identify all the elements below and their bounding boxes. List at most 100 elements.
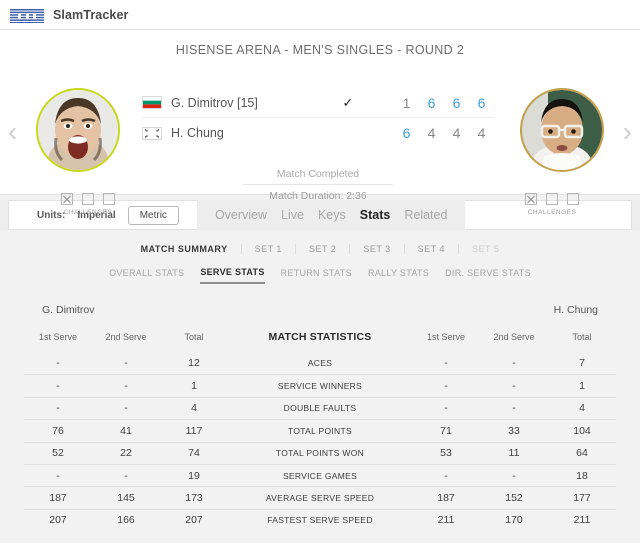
cell-right-total: 7 <box>579 357 585 370</box>
avatar-player-left[interactable] <box>36 88 120 172</box>
challenges-label: CHALLENGES <box>527 209 577 216</box>
table-row: 187 145 173 AVERAGE SERVE SPEED 187 152 … <box>24 486 616 508</box>
cell-right-total: 211 <box>573 514 591 527</box>
col-header-right-total: Total <box>572 332 592 342</box>
cell-left-2nd: - <box>124 380 128 393</box>
stats-table: G. Dimitrov H. Chung 1st Serve 2nd Serve… <box>0 298 640 531</box>
tab-stats[interactable]: Stats <box>360 208 391 222</box>
sub-tab-return-stats[interactable]: RETURN STATS <box>281 268 352 283</box>
cell-left-2nd: 145 <box>117 492 135 505</box>
col-header-left-total: Total <box>184 332 204 342</box>
table-row: 76 41 117 TOTAL POINTS 71 33 104 <box>24 419 616 441</box>
row-label: TOTAL POINTS WON <box>275 448 365 459</box>
prev-match-arrow-icon[interactable]: ‹ <box>8 118 17 146</box>
stats-sub-tab-row: OVERALL STATS SERVE STATS RETURN STATS R… <box>0 267 640 284</box>
table-column-header-row: 1st Serve 2nd Serve Total MATCH STATISTI… <box>24 322 616 352</box>
table-row: - - 1 SERVICE WINNERS - - 1 <box>24 374 616 396</box>
tab-related[interactable]: Related <box>404 208 447 222</box>
cell-right-1st: 211 <box>437 514 455 527</box>
set-score: 4 <box>452 125 461 141</box>
set-tab-set-3[interactable]: SET 3 <box>350 244 405 254</box>
match-status-text: Match Completed <box>243 168 393 185</box>
player-name-left: G. Dimitrov [15] <box>171 95 258 110</box>
challenge-box-used <box>525 193 537 205</box>
col-header-right-1st-serve: 1st Serve <box>426 332 466 342</box>
cell-left-1st: - <box>56 402 60 415</box>
table-row: 207 166 207 FASTEST SERVE SPEED 211 170 … <box>24 508 616 531</box>
cell-left-total: 117 <box>185 424 203 437</box>
cell-right-total: 1 <box>579 380 585 393</box>
set-tab-set-1[interactable]: SET 1 <box>242 244 296 254</box>
table-row: - - 12 ACES - - 7 <box>24 352 616 374</box>
col-header-left-2nd-serve: 2nd Serve <box>105 332 147 342</box>
set-tab-set-2[interactable]: SET 2 <box>296 244 351 254</box>
top-bar: SlamTracker <box>0 0 640 30</box>
nav-tabs: Overview Live Keys Stats Related <box>196 200 466 230</box>
set-tab-set-4[interactable]: SET 4 <box>405 244 460 254</box>
next-match-arrow-icon[interactable]: › <box>623 118 632 146</box>
cell-right-1st: - <box>444 402 448 415</box>
cell-left-2nd: - <box>124 469 128 482</box>
row-label: TOTAL POINTS <box>288 425 352 436</box>
col-header-left-1st-serve: 1st Serve <box>38 332 78 342</box>
challenge-boxes-left <box>28 193 148 205</box>
set-scores-left: 1 6 6 6 <box>375 95 494 111</box>
challenges-label: CHALLENGES <box>63 209 113 216</box>
row-label: SERVICE GAMES <box>282 470 358 481</box>
avatar-player-right[interactable] <box>520 88 604 172</box>
cell-right-2nd: 152 <box>505 492 523 505</box>
cell-left-1st: 207 <box>49 514 67 527</box>
set-score: 6 <box>402 125 411 141</box>
ibm-logo[interactable] <box>10 7 44 23</box>
challenge-box <box>103 193 115 205</box>
set-tab-match-summary[interactable]: MATCH SUMMARY <box>128 244 242 254</box>
row-label: FASTEST SERVE SPEED <box>267 515 373 526</box>
set-score: 6 <box>427 94 436 111</box>
cell-right-1st: - <box>444 380 448 393</box>
cell-right-2nd: 11 <box>508 447 520 460</box>
sub-tab-serve-stats[interactable]: SERVE STATS <box>200 267 265 284</box>
cell-left-total: 12 <box>188 357 200 370</box>
cell-left-total: 19 <box>188 469 200 482</box>
cell-left-total: 4 <box>191 402 197 415</box>
cell-left-total: 207 <box>185 514 203 527</box>
winner-check-icon: ✓ <box>342 94 354 110</box>
challenges-left: CHALLENGES <box>28 193 148 216</box>
cell-left-1st: - <box>56 357 60 370</box>
set-score: 6 <box>477 94 486 111</box>
cell-left-total: 173 <box>185 492 203 505</box>
tab-keys[interactable]: Keys <box>318 208 346 222</box>
cell-left-2nd: - <box>124 402 128 415</box>
challenge-box <box>567 193 579 205</box>
set-score: 4 <box>477 125 486 141</box>
cell-left-1st: 187 <box>49 492 67 505</box>
cell-right-1st: 53 <box>440 447 452 460</box>
sub-tab-rally-stats[interactable]: RALLY STATS <box>368 268 429 283</box>
tab-overview[interactable]: Overview <box>215 208 267 222</box>
tab-live[interactable]: Live <box>281 208 304 222</box>
cell-left-2nd: 22 <box>120 447 132 460</box>
challenge-box-used <box>61 193 73 205</box>
cell-right-2nd: - <box>512 380 516 393</box>
row-label: ACES <box>307 358 333 369</box>
challenge-box <box>546 193 558 205</box>
cell-right-total: 18 <box>576 469 588 482</box>
row-label: SERVICE WINNERS <box>277 381 363 392</box>
cell-right-2nd: 170 <box>505 514 523 527</box>
cell-right-1st: 187 <box>437 492 455 505</box>
challenge-boxes-right <box>492 193 612 205</box>
cell-left-2nd: - <box>124 357 128 370</box>
set-tab-set-5: SET 5 <box>472 244 500 254</box>
match-duration-text: Match Duration: 2:36 <box>269 190 367 202</box>
cell-left-total: 1 <box>191 380 197 393</box>
table-title: MATCH STATISTICS <box>268 331 372 343</box>
match-status: Match Completed Match Duration: 2:36 <box>243 168 393 202</box>
set-tab-row: MATCH SUMMARY SET 1 SET 2 SET 3 SET 4 SE… <box>0 244 640 254</box>
cell-right-total: 64 <box>576 447 588 460</box>
player-row-left: G. Dimitrov [15] ✓ 1 6 6 6 <box>142 88 494 118</box>
cell-right-total: 104 <box>573 424 591 437</box>
sub-tab-dir-serve-stats[interactable]: DIR. SERVE STATS <box>445 268 531 283</box>
row-label: AVERAGE SERVE SPEED <box>265 493 375 504</box>
slamtracker-app: SlamTracker HISENSE ARENA - MEN'S SINGLE… <box>0 0 640 543</box>
sub-tab-overall-stats[interactable]: OVERALL STATS <box>109 268 184 283</box>
